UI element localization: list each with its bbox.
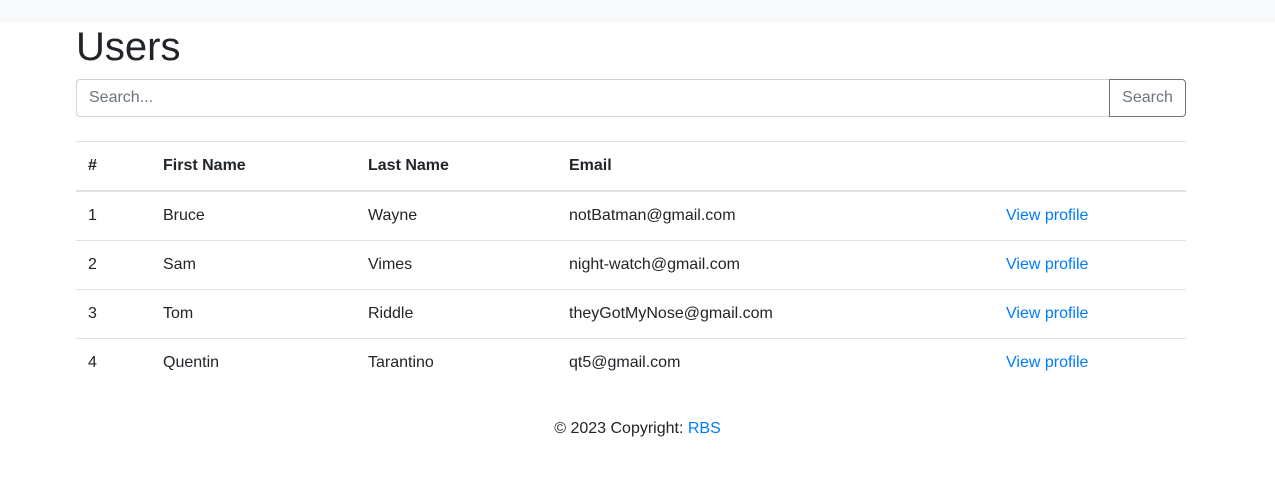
view-profile-link[interactable]: View profile <box>1006 305 1088 322</box>
users-table: # First Name Last Name Email 1 Bruce Way… <box>76 141 1186 387</box>
cell-id: 2 <box>76 240 151 290</box>
brand-link[interactable]: RBS <box>688 420 721 437</box>
top-navbar <box>0 0 1275 22</box>
table-row: 4 Quentin Tarantino qt5@gmail.com View p… <box>76 338 1186 387</box>
table-header-row: # First Name Last Name Email <box>76 141 1186 192</box>
cell-action: View profile <box>994 289 1186 339</box>
page-title: Users <box>76 25 181 69</box>
cell-last-name: Riddle <box>356 289 557 339</box>
cell-id: 1 <box>88 207 97 224</box>
cell-last-name: Vimes <box>356 240 557 290</box>
cell-last-name: Wayne <box>368 207 418 224</box>
cell-action: View profile <box>994 240 1186 290</box>
view-profile-link[interactable]: View profile <box>1006 207 1088 224</box>
cell-first-name: Tom <box>151 289 356 339</box>
search-input[interactable] <box>76 79 1109 117</box>
cell-email: qt5@gmail.com <box>557 338 994 387</box>
footer: © 2023 Copyright: RBS <box>0 420 1275 438</box>
cell-email: night-watch@gmail.com <box>557 240 994 290</box>
main-container: Users Search # First Name Last Name Emai… <box>76 22 1186 387</box>
header-email: Email <box>557 141 994 192</box>
header-first-name: First Name <box>151 141 356 192</box>
header-actions <box>994 141 1186 192</box>
cell-id: 3 <box>76 289 151 339</box>
table-row: 2 Sam Vimes night-watch@gmail.com View p… <box>76 240 1186 290</box>
table-row: 1 Bruce Wayne notBatman@gmail.com View p… <box>76 191 1186 241</box>
cell-action: View profile <box>994 191 1186 241</box>
cell-first-name: Sam <box>151 240 356 290</box>
copyright-text: © 2023 Copyright: <box>554 420 688 437</box>
cell-last-name: Tarantino <box>356 338 557 387</box>
header-number: # <box>76 141 151 192</box>
search-bar: Search <box>76 79 1186 117</box>
header-last-name: Last Name <box>356 141 557 192</box>
view-profile-link[interactable]: View profile <box>1006 354 1088 371</box>
cell-email: notBatman@gmail.com <box>569 207 736 224</box>
table-row: 3 Tom Riddle theyGotMyNose@gmail.com Vie… <box>76 289 1186 339</box>
cell-email: theyGotMyNose@gmail.com <box>557 289 994 339</box>
cell-action: View profile <box>994 338 1186 387</box>
cell-first-name: Bruce <box>163 207 205 224</box>
cell-first-name: Quentin <box>151 338 356 387</box>
search-button[interactable]: Search <box>1109 79 1186 117</box>
view-profile-link[interactable]: View profile <box>1006 256 1088 273</box>
cell-id: 4 <box>76 338 151 387</box>
